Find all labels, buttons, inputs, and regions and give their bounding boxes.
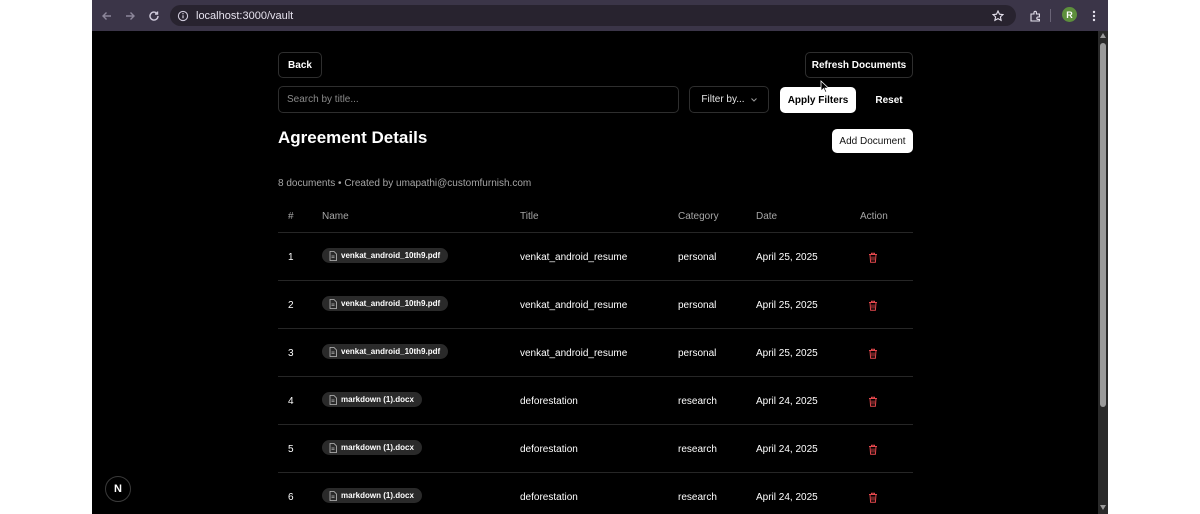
row-number: 6 [288, 492, 294, 503]
scrollbar[interactable] [1098, 31, 1108, 514]
url-text: localhost:3000/vault [196, 10, 294, 22]
row-title: venkat_android_resume [520, 348, 628, 359]
row-date: April 24, 2025 [756, 492, 818, 503]
row-title: deforestation [520, 492, 578, 503]
row-date: April 24, 2025 [756, 396, 818, 407]
filter-dropdown-label: Filter by... [701, 94, 745, 105]
header-name: Name [322, 211, 349, 222]
row-category: personal [678, 300, 717, 311]
scroll-up-arrow[interactable] [1100, 33, 1106, 38]
file-name: markdown (1).docx [341, 443, 414, 452]
right-margin [1108, 0, 1200, 514]
site-info-icon[interactable] [177, 9, 189, 27]
header-date: Date [756, 211, 778, 222]
row-date: April 25, 2025 [756, 348, 818, 359]
file-icon [329, 298, 337, 309]
toolbar-divider [1050, 9, 1051, 22]
delete-trash-icon[interactable] [868, 346, 878, 364]
file-icon [329, 394, 337, 405]
table-row: 6 markdown (1).docx deforestation research A… [278, 472, 913, 514]
file-name: markdown (1).docx [341, 395, 414, 404]
row-date: April 25, 2025 [756, 300, 818, 311]
file-name: venkat_android_10th9.pdf [341, 251, 441, 260]
file-name-chip[interactable]: markdown (1).docx [322, 392, 422, 407]
page-content: Back Refresh Documents Search by title..… [92, 31, 1098, 514]
back-button[interactable]: Back [278, 52, 322, 78]
delete-trash-icon[interactable] [868, 442, 878, 460]
browser-window: localhost:3000/vault R Back Refresh Docu… [92, 0, 1108, 514]
add-document-button[interactable]: Add Document [832, 129, 913, 153]
left-margin [0, 0, 92, 514]
nextjs-badge[interactable]: N [105, 476, 131, 502]
row-title: venkat_android_resume [520, 252, 628, 263]
reset-button[interactable]: Reset [866, 87, 912, 113]
search-input[interactable]: Search by title... [278, 86, 679, 113]
file-icon [329, 346, 337, 357]
delete-trash-icon[interactable] [868, 394, 878, 412]
row-category: research [678, 492, 717, 503]
table-row: 1 venkat_android_10th9.pdf venkat_android_… [278, 232, 913, 281]
file-name: markdown (1).docx [341, 491, 414, 500]
file-icon [329, 490, 337, 501]
reload-icon[interactable] [143, 5, 165, 27]
row-number: 4 [288, 396, 294, 407]
row-category: research [678, 396, 717, 407]
bookmark-star-icon[interactable] [991, 9, 1005, 27]
table-row: 3 venkat_android_10th9.pdf venkat_android_… [278, 328, 913, 377]
row-date: April 24, 2025 [756, 444, 818, 455]
table-row: 5 markdown (1).docx deforestation research A… [278, 424, 913, 473]
file-name-chip[interactable]: venkat_android_10th9.pdf [322, 296, 449, 311]
header-category: Category [678, 211, 719, 222]
delete-trash-icon[interactable] [868, 490, 878, 508]
forward-arrow-icon[interactable] [119, 5, 141, 27]
address-bar[interactable]: localhost:3000/vault [170, 5, 1016, 26]
scrollbar-thumb[interactable] [1100, 43, 1106, 407]
file-icon [329, 442, 337, 453]
table-row: 4 markdown (1).docx deforestation research A… [278, 376, 913, 425]
file-name-chip[interactable]: markdown (1).docx [322, 440, 422, 455]
row-title: deforestation [520, 396, 578, 407]
browser-toolbar: localhost:3000/vault R [92, 0, 1108, 31]
delete-trash-icon[interactable] [868, 250, 878, 268]
mouse-cursor-icon [820, 80, 829, 93]
row-title: venkat_android_resume [520, 300, 628, 311]
apply-filters-button[interactable]: Apply Filters [780, 87, 856, 113]
row-number: 5 [288, 444, 294, 455]
chevron-down-icon [750, 97, 757, 102]
row-date: April 25, 2025 [756, 252, 818, 263]
row-category: research [678, 444, 717, 455]
row-number: 3 [288, 348, 294, 359]
delete-trash-icon[interactable] [868, 298, 878, 316]
row-category: personal [678, 348, 717, 359]
file-name-chip[interactable]: venkat_android_10th9.pdf [322, 344, 449, 359]
header-number: # [288, 211, 294, 222]
extensions-icon[interactable] [1024, 5, 1046, 27]
row-title: deforestation [520, 444, 578, 455]
row-number: 2 [288, 300, 294, 311]
scroll-down-arrow[interactable] [1100, 505, 1106, 510]
back-arrow-icon[interactable] [96, 5, 118, 27]
filter-dropdown[interactable]: Filter by... [689, 86, 769, 113]
page-title: Agreement Details [278, 128, 428, 147]
row-category: personal [678, 252, 717, 263]
file-name: venkat_android_10th9.pdf [341, 347, 441, 356]
header-action: Action [860, 211, 888, 222]
header-title: Title [520, 211, 539, 222]
documents-meta: 8 documents • Created by umapathi@custom… [278, 178, 532, 189]
file-name-chip[interactable]: markdown (1).docx [322, 488, 422, 503]
refresh-documents-button[interactable]: Refresh Documents [805, 52, 913, 78]
file-name-chip[interactable]: venkat_android_10th9.pdf [322, 248, 449, 263]
profile-avatar[interactable]: R [1062, 7, 1077, 22]
table-row: 2 venkat_android_10th9.pdf venkat_android_… [278, 280, 913, 329]
search-placeholder: Search by title... [287, 94, 359, 105]
file-icon [329, 250, 337, 261]
row-number: 1 [288, 252, 294, 263]
menu-dots-icon[interactable] [1083, 5, 1105, 27]
file-name: venkat_android_10th9.pdf [341, 299, 441, 308]
